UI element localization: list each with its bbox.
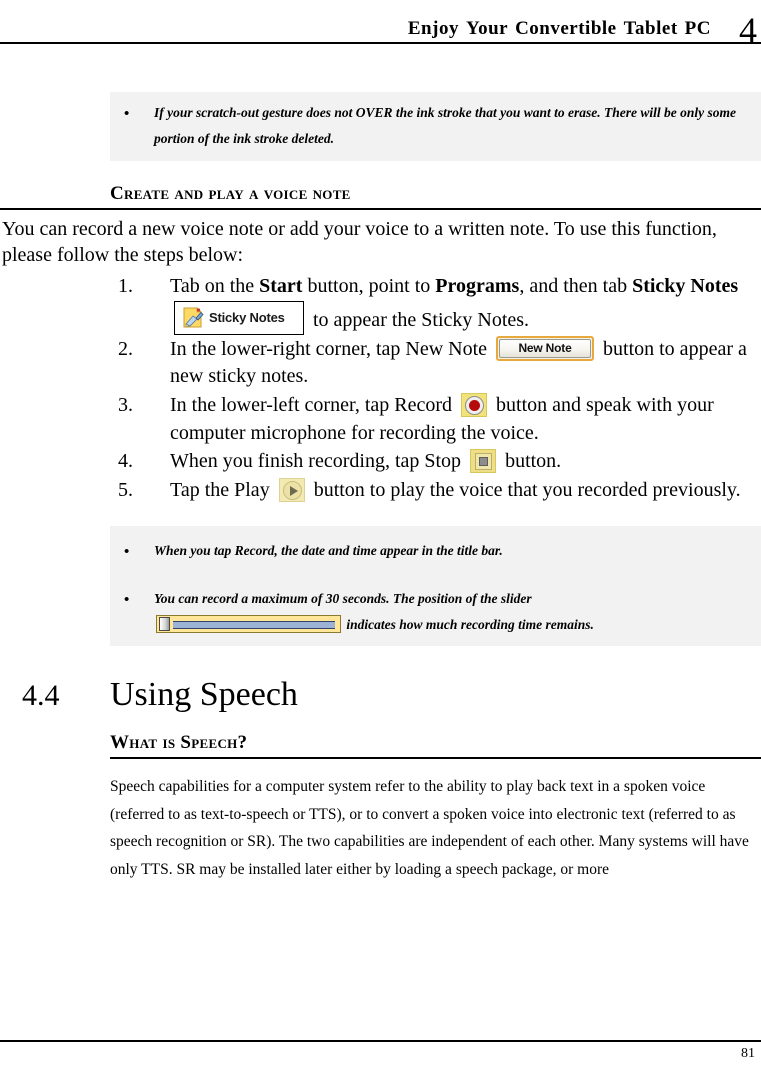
page-number: 81 bbox=[741, 1046, 755, 1061]
header-title: Enjoy Your Convertible Tablet PC bbox=[401, 18, 711, 40]
bullet-glyph: • bbox=[124, 544, 130, 561]
step-number: 5. bbox=[118, 478, 133, 501]
callout-text-with-slider: You can record a maximum of 30 seconds. … bbox=[154, 586, 761, 639]
play-button[interactable] bbox=[278, 477, 305, 502]
step-number: 4. bbox=[118, 450, 133, 473]
speech-paragraph: Speech capabilities for a computer syste… bbox=[110, 778, 749, 878]
header-word-2: Your bbox=[465, 18, 509, 39]
step-text: In the lower-left corner, tap Record but… bbox=[170, 392, 761, 447]
sticky-notes-chip-label: Sticky Notes bbox=[209, 309, 285, 325]
header-word-5: PC bbox=[684, 18, 711, 39]
header-word-4: Tablet bbox=[623, 18, 678, 39]
section-heading-rule bbox=[0, 207, 761, 210]
sticky-notes-chip[interactable]: Sticky Notes bbox=[174, 300, 304, 335]
step5-text-b: button to play the voice that you record… bbox=[308, 478, 741, 501]
step4-text-b: button. bbox=[500, 450, 562, 473]
page-content: • If your scratch-out gesture does not O… bbox=[0, 44, 761, 1032]
bullet-glyph: • bbox=[124, 591, 130, 608]
callout-box-top: • If your scratch-out gesture does not O… bbox=[110, 92, 761, 161]
step-number: 1. bbox=[118, 275, 133, 298]
callout-item: • When you tap Record, the date and time… bbox=[110, 538, 761, 567]
list-item: 2. In the lower-right corner, tap New No… bbox=[0, 335, 761, 391]
bullet-glyph: • bbox=[124, 106, 130, 122]
callout-text: If your scratch-out gesture does not OVE… bbox=[154, 105, 737, 147]
list-item: 4. When you finish recording, tap Stop b… bbox=[0, 448, 761, 476]
page-header: Enjoy Your Convertible Tablet PC 4 bbox=[0, 0, 761, 48]
step5-text-a: Tap the Play bbox=[170, 478, 275, 501]
callout-item: • If your scratch-out gesture does not O… bbox=[110, 100, 761, 153]
stop-icon-square bbox=[479, 457, 489, 467]
step1-bold-sticky-notes: Sticky Notes bbox=[632, 275, 739, 298]
step-text: In the lower-right corner, tap New Note … bbox=[170, 335, 761, 391]
header-word-1: Enjoy bbox=[407, 18, 459, 39]
callout-text-b: indicates how much recording time remain… bbox=[343, 616, 594, 632]
record-button[interactable] bbox=[461, 393, 488, 417]
section-heading-rule bbox=[110, 757, 761, 760]
section-number: 4.4 bbox=[22, 679, 60, 713]
stop-button[interactable] bbox=[470, 449, 497, 474]
voice-note-steps: 1. Tab on the Start button, point to Pro… bbox=[0, 273, 761, 504]
step-text: Tap the Play button to play the voice th… bbox=[170, 477, 761, 505]
page-footer: 81 bbox=[0, 1032, 761, 1076]
slider-thumb[interactable] bbox=[159, 616, 170, 631]
sticky-note-icon bbox=[180, 305, 206, 331]
section-4-4-heading: 4.4 Using Speech bbox=[0, 676, 761, 714]
callout-text: When you tap Record, the date and time a… bbox=[154, 543, 503, 559]
step1-bold-start: Start bbox=[259, 275, 303, 298]
step2-text-a: In the lower-right corner, tap New Note bbox=[170, 337, 493, 360]
step1-text-b: button, point to bbox=[302, 275, 436, 298]
step1-text-c: , and then tab bbox=[519, 275, 633, 298]
list-item: 1. Tab on the Start button, point to Pro… bbox=[0, 273, 761, 335]
header-word-3: Convertible bbox=[515, 18, 617, 39]
callout-text-a: You can record a maximum of 30 seconds. … bbox=[154, 590, 532, 606]
step1-text-a: Tab on the bbox=[170, 275, 260, 298]
play-icon-triangle bbox=[289, 485, 298, 496]
list-item: 5. Tap the Play button to play the voice… bbox=[0, 477, 761, 505]
step-number: 2. bbox=[118, 337, 133, 360]
callout-item: • You can record a maximum of 30 seconds… bbox=[110, 586, 761, 639]
new-note-button-face: New Note bbox=[499, 338, 592, 358]
section-heading-voice-note: Create and play a voice note bbox=[110, 182, 351, 204]
section-heading-what-is-speech: What is Speech? bbox=[110, 732, 248, 754]
recording-time-slider[interactable] bbox=[156, 614, 341, 633]
step3-text-a: In the lower-left corner, tap Record bbox=[170, 394, 458, 416]
step1-bold-programs: Programs bbox=[435, 275, 520, 298]
step4-text-a: When you finish recording, tap Stop bbox=[170, 450, 467, 473]
new-note-button[interactable]: New Note bbox=[496, 335, 595, 361]
new-note-button-label: New Note bbox=[518, 341, 572, 356]
footer-divider bbox=[0, 1040, 761, 1042]
step-text: Tab on the Start button, point to Progra… bbox=[170, 273, 761, 335]
section-title: Using Speech bbox=[110, 676, 298, 714]
step-text: When you finish recording, tap Stop butt… bbox=[170, 448, 761, 476]
step-number: 3. bbox=[118, 394, 133, 416]
slider-track bbox=[173, 620, 335, 629]
record-icon-dot bbox=[469, 400, 481, 411]
list-item: 3. In the lower-left corner, tap Record … bbox=[0, 392, 761, 447]
step1-text-d: to appear the Sticky Notes. bbox=[308, 308, 530, 331]
callout-box-bottom: • When you tap Record, the date and time… bbox=[110, 526, 761, 647]
voice-note-intro: You can record a new voice note or add y… bbox=[2, 217, 717, 267]
